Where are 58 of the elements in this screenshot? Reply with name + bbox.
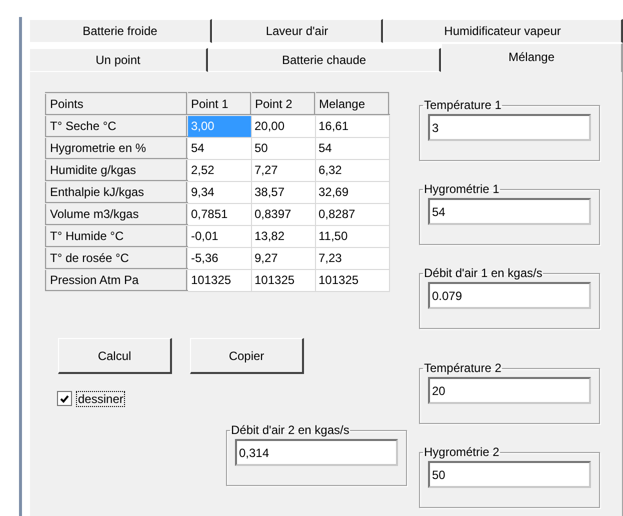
- column-header: Points: [46, 93, 187, 115]
- checkmark-icon: [60, 394, 69, 402]
- tab[interactable]: Batterie froide: [29, 19, 212, 43]
- copy-button[interactable]: Copier: [190, 338, 304, 374]
- row-header: T° Humide °C: [46, 225, 187, 247]
- tab[interactable]: Mélange: [441, 43, 623, 72]
- input-field[interactable]: 54: [428, 198, 591, 225]
- table-cell[interactable]: 50: [251, 137, 315, 159]
- group-title: Hygrométrie 2: [423, 445, 500, 459]
- table-cell[interactable]: 38,57: [251, 181, 315, 203]
- row-header: Enthalpie kJ/kgas: [46, 181, 187, 203]
- table-cell[interactable]: 7,27: [251, 159, 315, 181]
- group-title: Débit d'air 1 en kgas/s: [423, 266, 544, 280]
- table-cell[interactable]: 101325: [187, 269, 251, 291]
- row-header: T° de rosée °C: [46, 247, 187, 269]
- group-title: Débit d'air 2 en kgas/s: [230, 423, 350, 437]
- row-header: Pression Atm Pa: [46, 269, 187, 291]
- table-cell[interactable]: 0,8287: [315, 203, 389, 225]
- table-cell[interactable]: -5,36: [187, 247, 251, 269]
- input-field[interactable]: 20: [428, 377, 591, 404]
- table-cell[interactable]: 11,50: [315, 225, 389, 247]
- row-header: Volume m3/kgas: [46, 203, 187, 225]
- table-cell[interactable]: 101325: [315, 269, 389, 291]
- input-field[interactable]: 0.079: [428, 282, 591, 309]
- checkbox[interactable]: [57, 391, 72, 406]
- table-cell[interactable]: 9,34: [187, 181, 251, 203]
- table-cell[interactable]: 9,27: [251, 247, 315, 269]
- row-header: T° Seche °C: [46, 115, 187, 137]
- group-title: Hygrométrie 1: [423, 182, 500, 196]
- table-cell[interactable]: 0,7851: [187, 203, 251, 225]
- table-cell[interactable]: 7,23: [315, 247, 389, 269]
- table-cell[interactable]: 13,82: [251, 225, 315, 247]
- table-cell[interactable]: 0,8397: [251, 203, 315, 225]
- row-header: Hygrometrie en %: [46, 137, 187, 159]
- table-cell[interactable]: 101325: [251, 269, 315, 291]
- table-cell[interactable]: 54: [315, 137, 389, 159]
- table-cell[interactable]: 20,00: [251, 115, 315, 137]
- column-header: Point 1: [187, 93, 251, 115]
- group-title: Température 1: [423, 98, 502, 112]
- tab[interactable]: Laveur d'air: [212, 19, 384, 43]
- table-cell[interactable]: 16,61: [315, 115, 389, 137]
- input-field[interactable]: 50: [428, 461, 591, 488]
- group-title: Température 2: [423, 361, 502, 375]
- table-cell[interactable]: 54: [187, 137, 251, 159]
- checkbox-label[interactable]: dessiner: [77, 392, 124, 406]
- input-field[interactable]: 0,314: [235, 439, 398, 466]
- column-header: Point 2: [251, 93, 315, 115]
- input-field[interactable]: 3: [428, 114, 591, 141]
- tab[interactable]: Humidificateur vapeur: [383, 19, 623, 43]
- calculate-button[interactable]: Calcul: [58, 338, 172, 374]
- table-cell[interactable]: 6,32: [315, 159, 389, 181]
- row-header: Humidite g/kgas: [46, 159, 187, 181]
- tab[interactable]: Un point: [29, 48, 208, 72]
- column-header: Melange: [315, 93, 389, 115]
- tab[interactable]: Batterie chaude: [208, 48, 442, 72]
- table-cell[interactable]: -0,01: [187, 225, 251, 247]
- table-cell[interactable]: 32,69: [315, 181, 389, 203]
- table-cell[interactable]: 2,52: [187, 159, 251, 181]
